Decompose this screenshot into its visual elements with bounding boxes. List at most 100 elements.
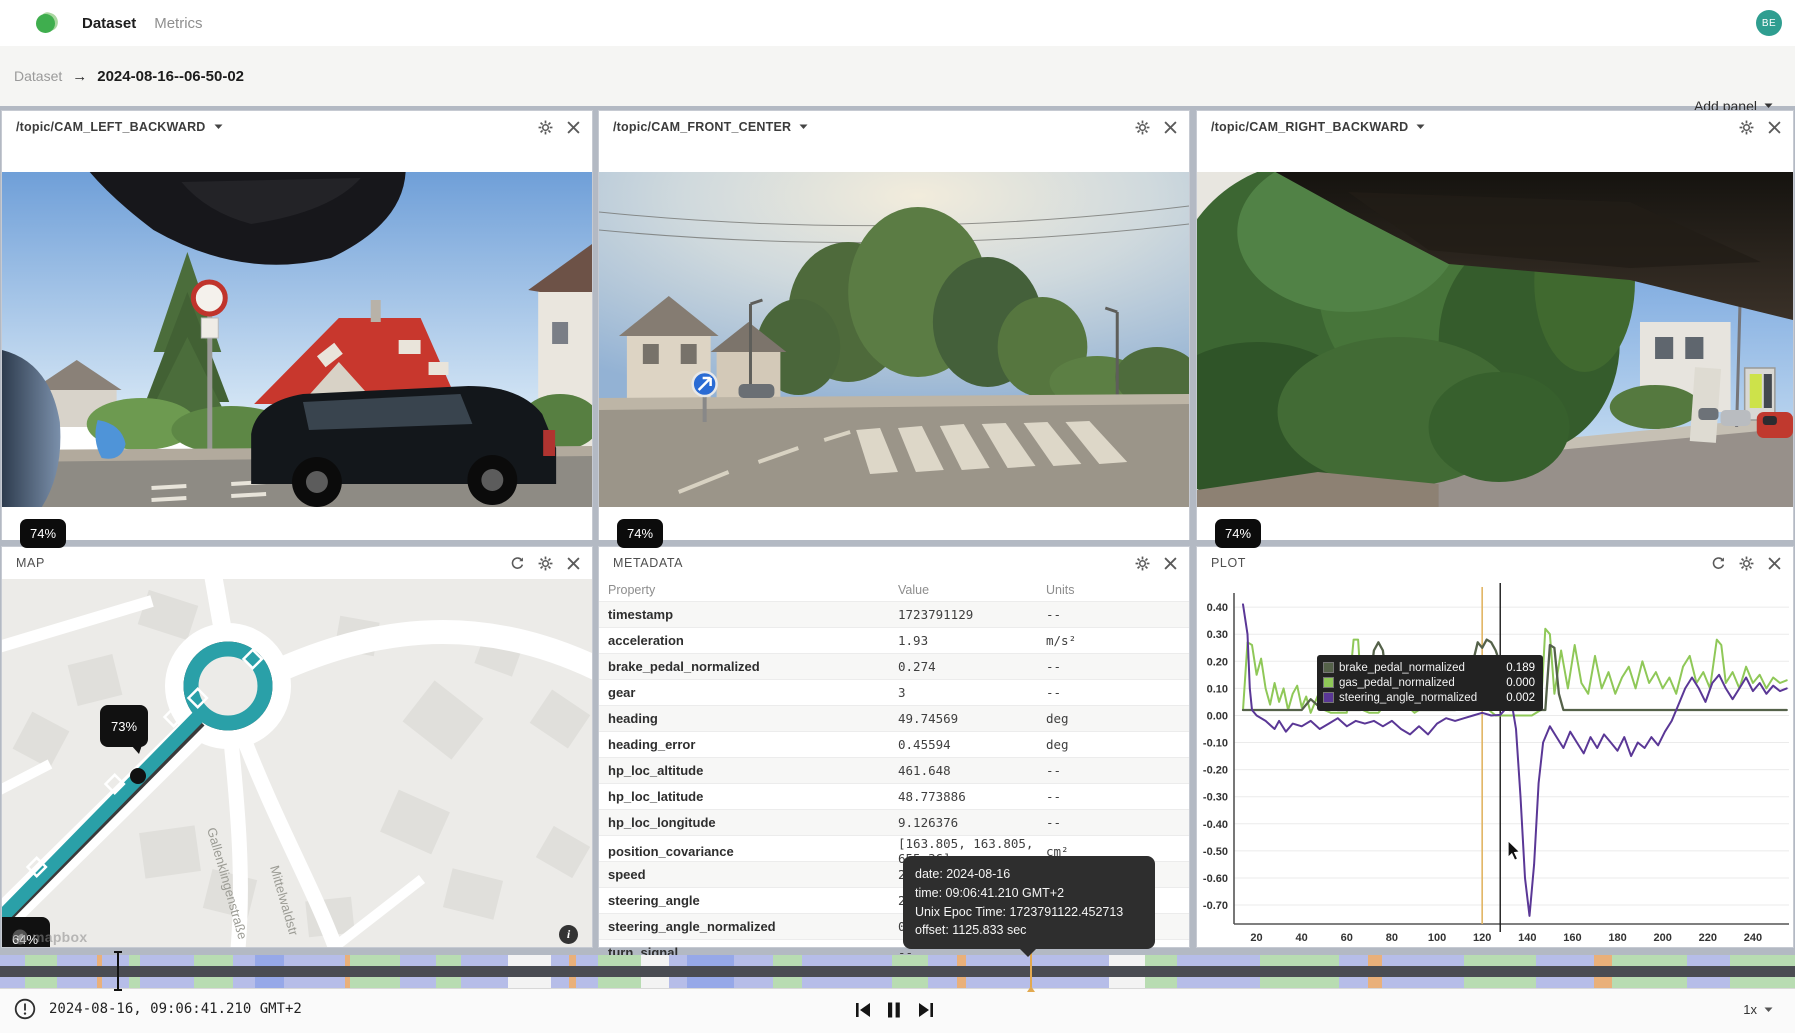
timeline-segment[interactable] — [461, 955, 508, 966]
timeline-segment[interactable] — [1612, 955, 1687, 966]
tab-dataset[interactable]: Dataset — [82, 15, 136, 32]
timeline-segment[interactable] — [436, 977, 461, 988]
timeline-segment[interactable] — [928, 955, 957, 966]
timeline-segment[interactable] — [966, 977, 1110, 988]
timeline-segment[interactable] — [1594, 977, 1612, 988]
close-icon[interactable] — [565, 555, 582, 572]
timeline-scrubber[interactable] — [0, 955, 1795, 988]
timeline-segment[interactable] — [255, 977, 284, 988]
timeline-segment[interactable] — [400, 955, 436, 966]
timeline-segment[interactable] — [576, 977, 598, 988]
timeline-segment[interactable] — [1464, 955, 1536, 966]
timeline-segment[interactable] — [1687, 955, 1730, 966]
timeline-segment[interactable] — [25, 977, 57, 988]
timeline-segment[interactable] — [284, 955, 345, 966]
timeline-segment[interactable] — [892, 977, 928, 988]
timeline-segment[interactable] — [773, 955, 802, 966]
timeline-segment[interactable] — [350, 955, 400, 966]
timeline-segment[interactable] — [1368, 955, 1382, 966]
topic-selector[interactable]: /topic/CAM_LEFT_BACKWARD — [16, 120, 206, 134]
timeline-segment[interactable] — [1260, 977, 1339, 988]
timeline-segment[interactable] — [1730, 977, 1795, 988]
close-icon[interactable] — [1162, 119, 1179, 136]
timeline-segment[interactable] — [129, 955, 140, 966]
timeline-segment[interactable] — [641, 977, 670, 988]
timeline-segment[interactable] — [1594, 955, 1612, 966]
timeline-segment[interactable] — [1145, 977, 1177, 988]
timeline-segment[interactable] — [1339, 955, 1368, 966]
timeline-segment[interactable] — [598, 955, 641, 966]
timeline-segment[interactable] — [957, 977, 966, 988]
timeline-segment[interactable] — [569, 955, 576, 966]
timeline-segment[interactable] — [233, 977, 255, 988]
tab-metrics[interactable]: Metrics — [154, 15, 202, 32]
timeline-segment[interactable] — [0, 955, 25, 966]
refresh-icon[interactable] — [509, 555, 526, 572]
playback-rate-selector[interactable]: 1x — [1743, 1002, 1773, 1017]
timeline-segment[interactable] — [57, 955, 96, 966]
gear-icon[interactable] — [1738, 119, 1755, 136]
topic-selector[interactable]: /topic/CAM_RIGHT_BACKWARD — [1211, 120, 1408, 134]
timeline-segment[interactable] — [284, 977, 345, 988]
timeline-playhead[interactable] — [1030, 953, 1032, 987]
pause-button[interactable] — [883, 999, 905, 1021]
timeline-track[interactable] — [0, 966, 1795, 977]
timeline-segment[interactable] — [436, 955, 461, 966]
timeline-segment[interactable] — [1382, 977, 1465, 988]
timeline-segment[interactable] — [1177, 977, 1260, 988]
timeline-segment[interactable] — [669, 977, 687, 988]
timeline-segment[interactable] — [773, 977, 802, 988]
timeline-segment[interactable] — [1536, 955, 1593, 966]
timeline-segment[interactable] — [734, 977, 773, 988]
timeline-segment[interactable] — [255, 955, 284, 966]
timeline-segment[interactable] — [1109, 955, 1145, 966]
mapbox-attribution[interactable]: mapbox — [12, 929, 87, 945]
timeline-segment[interactable] — [194, 977, 233, 988]
timeline-segment[interactable] — [57, 977, 96, 988]
timeline-segment[interactable] — [508, 977, 551, 988]
refresh-icon[interactable] — [1710, 555, 1727, 572]
plot-canvas[interactable]: 0.400.300.200.100.00-0.10-0.20-0.30-0.40… — [1197, 579, 1793, 947]
timeline-segment[interactable] — [687, 977, 734, 988]
timeline-segment[interactable] — [400, 977, 436, 988]
timeline-segment[interactable] — [194, 955, 233, 966]
timeline-segment[interactable] — [1339, 977, 1368, 988]
timeline-segment[interactable] — [1536, 977, 1593, 988]
timeline-segment[interactable] — [102, 955, 129, 966]
timeline-segment[interactable] — [892, 955, 928, 966]
close-icon[interactable] — [1162, 555, 1179, 572]
gear-icon[interactable] — [1134, 555, 1151, 572]
timeline-segment[interactable] — [1177, 955, 1260, 966]
timeline-segment[interactable] — [551, 955, 569, 966]
timeline-segment[interactable] — [966, 955, 1110, 966]
gear-icon[interactable] — [1134, 119, 1151, 136]
app-logo-icon[interactable] — [36, 12, 58, 34]
timeline-segment[interactable] — [734, 955, 773, 966]
timeline-segment[interactable] — [598, 977, 641, 988]
timeline-segment[interactable] — [687, 955, 734, 966]
timeline-segment[interactable] — [1260, 955, 1339, 966]
close-icon[interactable] — [1766, 555, 1783, 572]
close-icon[interactable] — [1766, 119, 1783, 136]
timeline-segment[interactable] — [669, 955, 687, 966]
timeline-segment[interactable] — [641, 955, 670, 966]
skip-back-button[interactable] — [852, 999, 874, 1021]
skip-forward-button[interactable] — [914, 999, 936, 1021]
breadcrumb-root[interactable]: Dataset — [14, 68, 62, 84]
timeline-segment[interactable] — [1464, 977, 1536, 988]
gear-icon[interactable] — [537, 119, 554, 136]
timeline-segment[interactable] — [1687, 977, 1730, 988]
map-info-icon[interactable]: i — [559, 925, 578, 944]
timeline-segment[interactable] — [569, 977, 576, 988]
timeline-segment[interactable] — [25, 955, 57, 966]
avatar[interactable]: BE — [1756, 10, 1782, 36]
timeline-segment[interactable] — [0, 977, 25, 988]
timeline-segment[interactable] — [1730, 955, 1795, 966]
timeline-segment[interactable] — [576, 955, 598, 966]
timeline-segment[interactable] — [102, 977, 129, 988]
timeline-segment[interactable] — [129, 977, 140, 988]
map-canvas[interactable]: Gallenklingenstraße Mittelwaldstr 73% 64… — [2, 579, 592, 947]
timeline-segment[interactable] — [140, 955, 194, 966]
timeline-segment[interactable] — [140, 977, 194, 988]
timeline-segment[interactable] — [461, 977, 508, 988]
